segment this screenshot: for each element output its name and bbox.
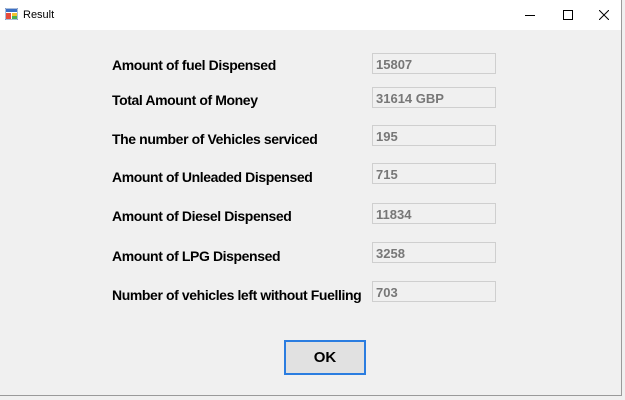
- fuel-dispensed-label: Amount of fuel Dispensed: [112, 57, 276, 73]
- diesel-dispensed-field[interactable]: 11834: [372, 203, 496, 224]
- maximize-button[interactable]: [551, 0, 585, 30]
- diesel-dispensed-label: Amount of Diesel Dispensed: [112, 208, 292, 224]
- close-icon: [599, 10, 609, 20]
- app-form-icon: [5, 8, 18, 20]
- result-window: Result Amount of fuel Dispensed 15807 To…: [0, 0, 622, 396]
- total-money-label: Total Amount of Money: [112, 92, 258, 108]
- total-money-field[interactable]: 31614 GBP: [372, 87, 496, 108]
- vehicles-left-field[interactable]: 703: [372, 281, 496, 302]
- fuel-dispensed-field[interactable]: 15807: [372, 53, 496, 74]
- minimize-icon: [525, 15, 535, 16]
- minimize-button[interactable]: [513, 0, 547, 30]
- vehicles-serviced-field[interactable]: 195: [372, 125, 496, 146]
- close-button[interactable]: [587, 0, 621, 30]
- lpg-dispensed-field[interactable]: 3258: [372, 242, 496, 263]
- vehicles-serviced-label: The number of Vehicles serviced: [112, 131, 318, 147]
- ok-button-label: OK: [313, 349, 337, 366]
- maximize-icon: [563, 10, 573, 20]
- window-title: Result: [23, 9, 55, 21]
- unleaded-dispensed-label: Amount of Unleaded Dispensed: [112, 169, 313, 185]
- vehicles-left-label: Number of vehicles left without Fuelling: [112, 287, 362, 303]
- title-bar[interactable]: Result: [0, 0, 621, 30]
- lpg-dispensed-label: Amount of LPG Dispensed: [112, 248, 281, 264]
- unleaded-dispensed-field[interactable]: 715: [372, 163, 496, 184]
- ok-button[interactable]: OK: [284, 340, 366, 375]
